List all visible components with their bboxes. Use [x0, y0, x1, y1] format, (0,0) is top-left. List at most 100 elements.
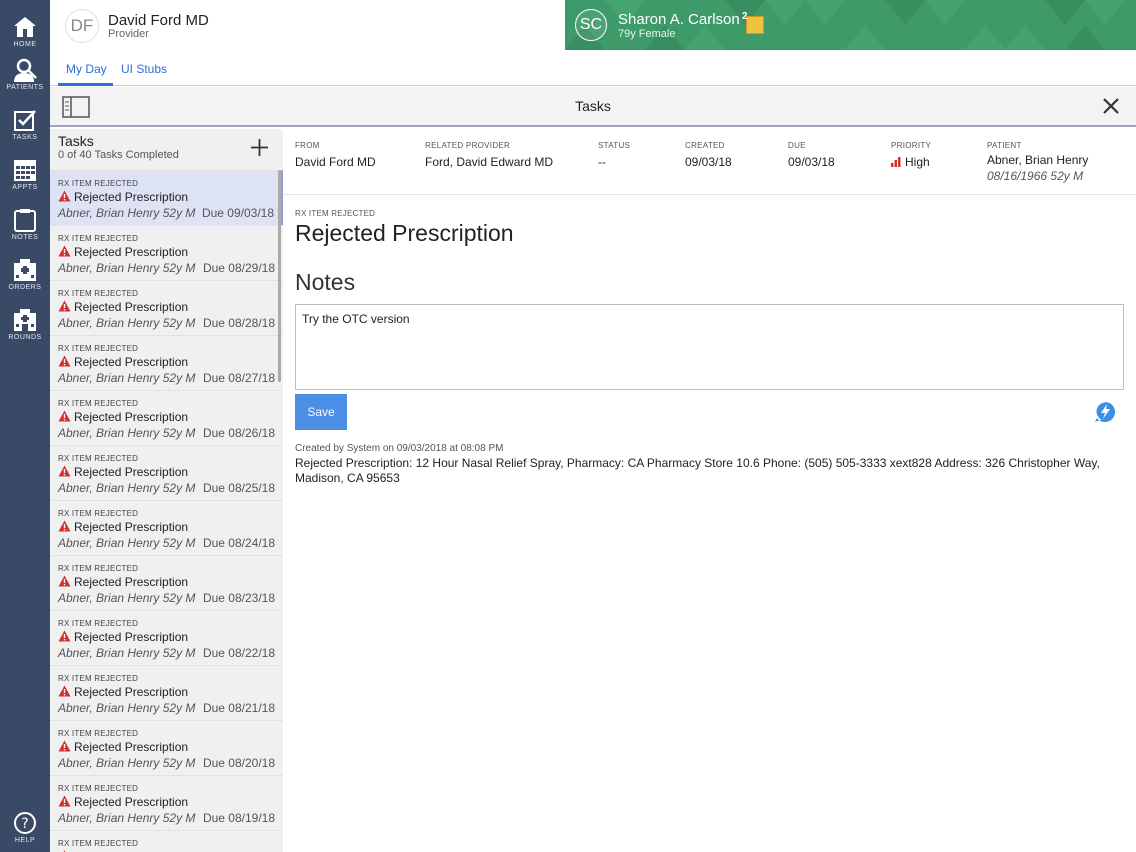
task-row-name: Rejected Prescription — [74, 355, 189, 369]
quick-text-icon[interactable] — [1093, 400, 1117, 424]
meta-created-label: CREATED — [685, 141, 725, 150]
task-row[interactable]: RX ITEM REJECTED Rejected Prescription Abn… — [50, 610, 283, 665]
nav-patients[interactable]: PATIENTS — [0, 55, 50, 103]
task-row[interactable]: RX ITEM REJECTED Rejected Prescription Abn… — [50, 225, 283, 280]
patient-banner[interactable]: SC Sharon A. Carlson 79y Female 2 — [565, 0, 1136, 50]
nav-notes-label: NOTES — [11, 234, 39, 241]
nav-home-label: HOME — [13, 41, 37, 48]
meta-created-value: 09/03/18 — [685, 155, 732, 169]
warning-icon — [58, 190, 71, 202]
nav-orders[interactable]: ORDERS — [0, 255, 50, 303]
task-list-header: Tasks 0 of 40 Tasks Completed — [50, 129, 283, 170]
task-row-name: Rejected Prescription — [74, 685, 189, 699]
nav-notes[interactable]: NOTES — [0, 205, 50, 253]
task-row-due: Due 08/19/18 — [202, 811, 275, 825]
task-title: Rejected Prescription — [295, 220, 514, 246]
close-icon[interactable] — [1102, 97, 1120, 115]
task-row[interactable]: RX ITEM REJECTED Rejected Prescription Abn… — [50, 555, 283, 610]
meta-related-value: Ford, David Edward MD — [425, 155, 554, 169]
meta-patient-name[interactable]: Abner, Brian Henry — [987, 153, 1088, 167]
task-row-name: Rejected Prescription — [74, 245, 189, 259]
task-row-due: Due 08/22/18 — [202, 646, 275, 660]
task-row[interactable]: RX ITEM REJECTED Rejected Prescription Abn… — [50, 720, 283, 775]
task-row-type: RX ITEM REJECTED — [58, 289, 139, 298]
patient-avatar: SC — [575, 9, 607, 41]
warning-icon — [58, 410, 71, 422]
task-row-patient: Abner, Brian Henry 52y M — [58, 756, 196, 770]
task-row-due: Due 08/21/18 — [202, 701, 275, 715]
task-row[interactable]: RX ITEM REJECTED Rejected Prescription Abn… — [50, 170, 283, 225]
nav-home[interactable]: HOME — [0, 12, 50, 60]
task-row-patient: Abner, Brian Henry 52y M — [58, 591, 196, 605]
task-row-patient: Abner, Brian Henry 52y M — [58, 811, 196, 825]
nav-appts-label: APPTS — [12, 184, 38, 191]
nav-appts[interactable]: APPTS — [0, 155, 50, 203]
task-row-type: RX ITEM REJECTED — [58, 454, 139, 463]
task-meta-bar: FROM David Ford MD RELATED PROVIDER Ford… — [283, 129, 1136, 195]
task-row-name: Rejected Prescription — [74, 300, 189, 314]
task-row[interactable]: RX ITEM REJECTED Rejected Prescription Abn… — [50, 390, 283, 445]
task-row-due: Due 09/03/18 — [201, 206, 274, 220]
task-description: Rejected Prescription: 12 Hour Nasal Rel… — [295, 456, 1100, 485]
tab-active-indicator — [58, 83, 113, 86]
task-type: RX ITEM REJECTED — [295, 209, 376, 218]
task-row[interactable]: RX ITEM REJECTEDRejected Prescription — [50, 830, 283, 852]
task-row-type: RX ITEM REJECTED — [58, 619, 139, 628]
task-row-type: RX ITEM REJECTED — [58, 234, 139, 243]
patient-badge-count: 2 — [742, 11, 748, 22]
warning-icon — [58, 630, 71, 642]
notes-input[interactable]: Try the OTC version — [295, 304, 1124, 390]
task-row-due: Due 08/29/18 — [202, 261, 275, 275]
meta-patient: PATIENT Abner, Brian Henry 08/16/1966 52… — [987, 141, 1088, 183]
provider-avatar[interactable]: DF — [65, 9, 99, 43]
task-row-name: Rejected Prescription — [74, 795, 189, 809]
provider-role: Provider — [108, 28, 149, 40]
add-task-icon[interactable] — [250, 138, 269, 157]
task-row-type: RX ITEM REJECTED — [58, 839, 139, 848]
nav-rounds-label: ROUNDS — [8, 334, 42, 341]
task-row-due: Due 08/25/18 — [202, 481, 275, 495]
tab-ui-stubs[interactable]: UI Stubs — [121, 62, 167, 76]
task-row-type: RX ITEM REJECTED — [58, 179, 139, 188]
nav-help[interactable]: ? HELP — [0, 808, 50, 852]
meta-status-value: -- — [598, 155, 606, 169]
tab-my-day[interactable]: My Day — [66, 62, 107, 76]
meta-from: FROM David Ford MD — [295, 141, 376, 169]
home-icon — [14, 17, 36, 37]
patient-alert-badge[interactable]: 2 — [742, 11, 766, 34]
calendar-icon — [14, 160, 36, 181]
task-row[interactable]: RX ITEM REJECTED Rejected Prescription Abn… — [50, 775, 283, 830]
task-row-patient: Abner, Brian Henry 52y M — [58, 426, 196, 440]
task-row[interactable]: RX ITEM REJECTED Rejected Prescription Abn… — [50, 335, 283, 390]
task-row[interactable]: RX ITEM REJECTED Rejected Prescription Abn… — [50, 500, 283, 555]
task-row-type: RX ITEM REJECTED — [58, 564, 139, 573]
notes-icon — [14, 209, 36, 232]
task-row-type: RX ITEM REJECTED — [58, 674, 139, 683]
task-list-scrollbar[interactable] — [278, 170, 281, 382]
task-row-patient: Abner, Brian Henry 52y M — [58, 481, 196, 495]
meta-priority-label: PRIORITY — [891, 141, 932, 150]
nav-rounds[interactable]: ROUNDS — [0, 305, 50, 353]
meta-due-value: 09/03/18 — [788, 155, 835, 169]
nav-rail: HOME PATIENTS TASKS APPTS NOTES ORDERS R… — [0, 0, 50, 852]
page-title: Tasks — [575, 98, 611, 114]
nav-tasks[interactable]: TASKS — [0, 105, 50, 153]
meta-priority-value: High — [905, 155, 930, 169]
task-list-title: Tasks — [58, 133, 94, 149]
task-row[interactable]: RX ITEM REJECTED Rejected Prescription Abn… — [50, 445, 283, 500]
meta-from-value: David Ford MD — [295, 155, 376, 169]
task-row-due: Due 08/23/18 — [202, 591, 275, 605]
patients-icon — [14, 58, 37, 82]
meta-patient-label: PATIENT — [987, 141, 1022, 150]
task-row[interactable]: RX ITEM REJECTED Rejected Prescription Abn… — [50, 665, 283, 720]
task-row-type: RX ITEM REJECTED — [58, 399, 139, 408]
meta-due-label: DUE — [788, 141, 806, 150]
task-row-patient: Abner, Brian Henry 52y M — [58, 701, 196, 715]
save-button[interactable]: Save — [295, 394, 347, 430]
nav-help-label: HELP — [14, 837, 36, 844]
meta-priority: PRIORITY High — [891, 141, 931, 169]
task-row-type: RX ITEM REJECTED — [58, 784, 139, 793]
warning-icon — [58, 355, 71, 367]
svg-text:?: ? — [21, 816, 28, 832]
task-row[interactable]: RX ITEM REJECTED Rejected Prescription Abn… — [50, 280, 283, 335]
